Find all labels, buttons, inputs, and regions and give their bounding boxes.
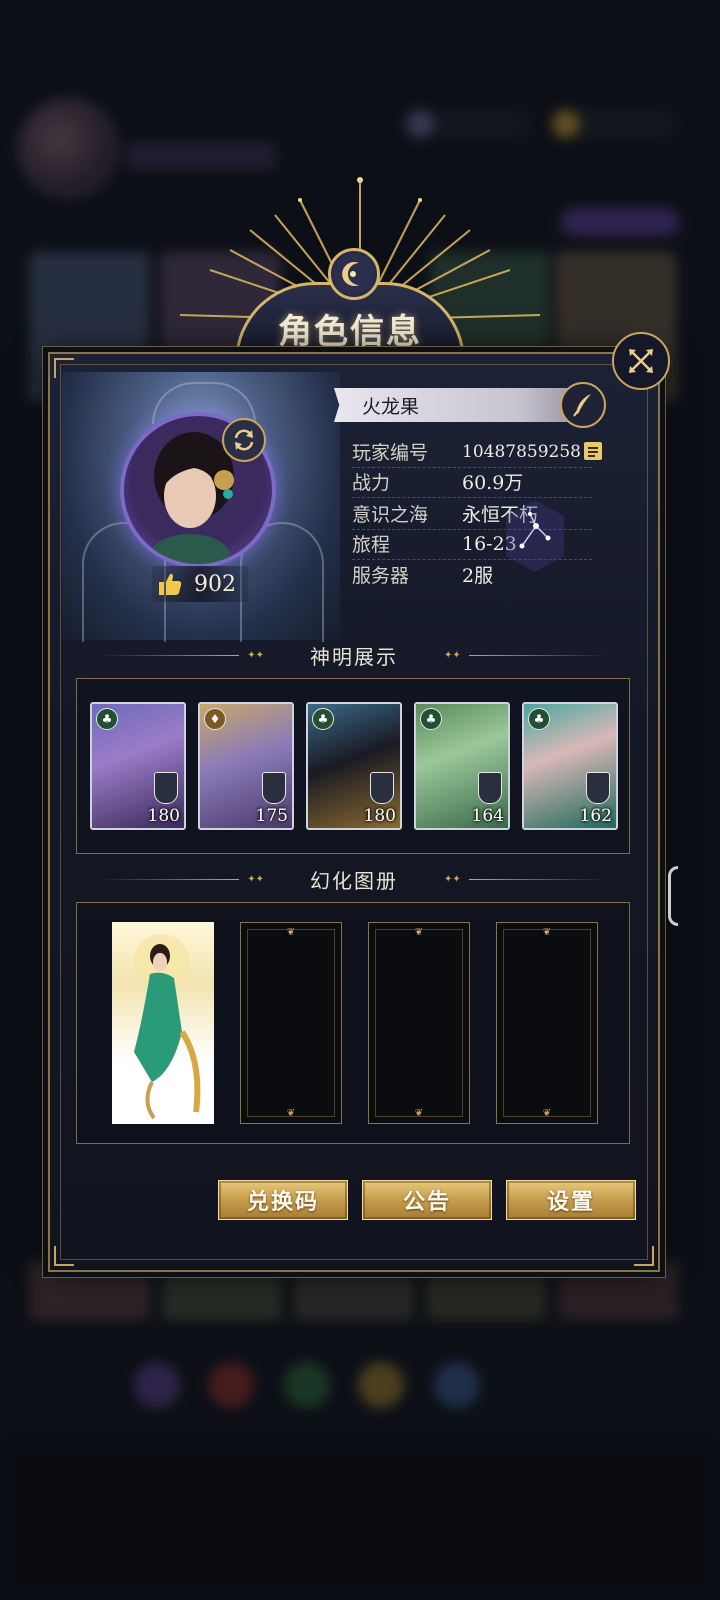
player-name-bar: 火龙果 [334, 388, 596, 422]
page-title: 角色信息 [278, 312, 422, 352]
header-line [468, 654, 608, 656]
info-label: 服务器 [352, 564, 410, 587]
notice-button[interactable]: 公告 [362, 1180, 492, 1220]
corner-ornament [634, 1246, 654, 1266]
info-row-power: 战力 60.9万 [352, 466, 592, 498]
club-suit-icon: ♣ [420, 708, 442, 730]
gallery-card-empty[interactable]: ❦ ❦ [240, 922, 342, 1124]
settings-button[interactable]: 设置 [506, 1180, 636, 1220]
side-drawer-handle[interactable] [668, 866, 678, 926]
info-label: 意识之海 [352, 504, 429, 526]
section-header-gods: ✦✦ 神明展示 ✦✦ [100, 640, 608, 670]
god-card[interactable]: ♣ 180 [90, 702, 186, 830]
diamond-ornament-icon: ✦✦ [444, 649, 461, 661]
god-card-level: 180 [363, 806, 396, 826]
corner-ornament [54, 1246, 74, 1266]
god-card[interactable]: ♣ 180 [306, 702, 402, 830]
club-suit-icon: ♣ [96, 708, 118, 730]
god-card[interactable]: ♣ 162 [522, 702, 618, 830]
rank-badge-icon [586, 772, 610, 804]
notice-label: 公告 [402, 1189, 451, 1215]
section-header-gallery: ✦✦ 幻化图册 ✦✦ [100, 864, 608, 894]
diamond-ornament-icon: ✦✦ [247, 649, 264, 661]
rank-badge-icon [262, 772, 286, 804]
like-count: 902 [194, 571, 236, 597]
copy-id-button[interactable] [582, 440, 604, 462]
diamond-suit-icon: ♦ [204, 708, 226, 730]
ornament-icon: ❦ [542, 927, 552, 938]
redeem-code-label: 兑换码 [246, 1189, 319, 1215]
god-card[interactable]: ♦ 175 [198, 702, 294, 830]
settings-label: 设置 [546, 1189, 595, 1215]
moon-emblem-icon [328, 248, 380, 300]
ornament-icon: ❦ [414, 927, 424, 938]
god-card-level: 164 [471, 806, 504, 826]
diamond-ornament-icon: ✦✦ [444, 873, 461, 885]
ornament-icon: ❦ [286, 927, 296, 938]
god-card-level: 180 [147, 806, 180, 826]
redeem-code-button[interactable]: 兑换码 [218, 1180, 348, 1220]
info-label: 玩家编号 [352, 442, 429, 464]
info-row-player-id: 玩家编号 10487859258 [352, 436, 592, 468]
like-counter: 902 [152, 566, 248, 602]
server-value: 2服 [462, 564, 494, 587]
ornament-icon: ❦ [542, 1108, 552, 1119]
rank-badge-icon [154, 772, 178, 804]
gallery-card-skin[interactable] [112, 922, 214, 1124]
refresh-icon [234, 429, 254, 451]
diamond-ornament-icon: ✦✦ [247, 873, 264, 885]
god-card[interactable]: ♣ 164 [414, 702, 510, 830]
rank-badge-icon [478, 772, 502, 804]
info-label: 战力 [352, 472, 391, 494]
edit-name-button[interactable] [560, 382, 606, 428]
edit-quill-icon [573, 394, 591, 417]
info-label: 旅程 [352, 534, 391, 556]
god-card-level: 175 [255, 806, 288, 826]
power-value: 60.9万 [462, 472, 524, 494]
thumbs-up-icon [159, 573, 182, 595]
player-id-value: 10487859258 [462, 441, 581, 462]
ornament-icon: ❦ [286, 1108, 296, 1119]
ornament-icon: ❦ [414, 1108, 424, 1119]
header-line [100, 654, 240, 656]
gallery-card-empty[interactable]: ❦ ❦ [368, 922, 470, 1124]
gallery-card-empty[interactable]: ❦ ❦ [496, 922, 598, 1124]
like-button[interactable] [156, 570, 184, 598]
refresh-avatar-button[interactable] [222, 418, 266, 462]
close-button[interactable] [612, 332, 670, 390]
club-suit-icon: ♣ [312, 708, 334, 730]
header-line [468, 878, 608, 880]
skin-art [134, 934, 201, 1120]
header-line [100, 878, 240, 880]
close-icon [629, 349, 653, 373]
constellation-icon [506, 500, 564, 572]
god-card-level: 162 [579, 806, 612, 826]
section-title-gallery: 幻化图册 [310, 868, 398, 893]
player-name: 火龙果 [362, 395, 420, 418]
rank-badge-icon [370, 772, 394, 804]
section-title-gods: 神明展示 [310, 644, 398, 669]
copy-icon [584, 442, 602, 460]
club-suit-icon: ♣ [528, 708, 550, 730]
